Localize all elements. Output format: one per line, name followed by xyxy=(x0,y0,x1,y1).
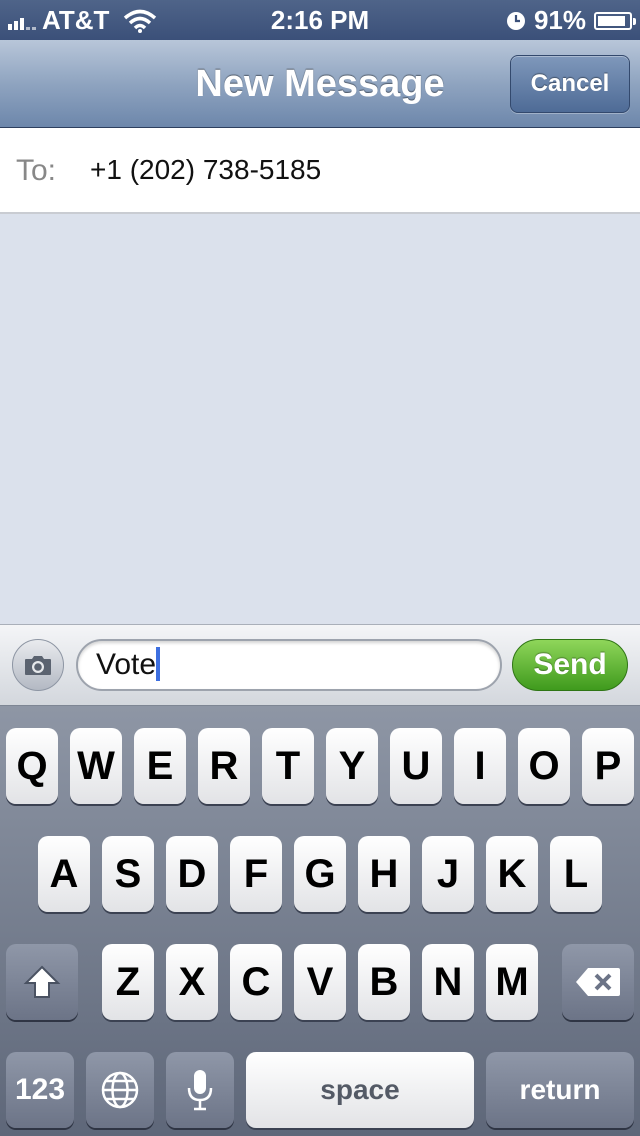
camera-icon xyxy=(25,656,51,675)
key-r[interactable]: R xyxy=(198,728,250,804)
key-a[interactable]: A xyxy=(38,836,90,912)
key-s[interactable]: S xyxy=(102,836,154,912)
camera-button[interactable] xyxy=(12,639,64,691)
shift-key[interactable] xyxy=(6,944,78,1020)
key-d[interactable]: D xyxy=(166,836,218,912)
battery-icon xyxy=(594,11,636,30)
status-right: 91% xyxy=(506,5,636,36)
key-c[interactable]: C xyxy=(230,944,282,1020)
recipient-row[interactable]: To: +1 (202) 738-5185 xyxy=(0,128,640,214)
key-y[interactable]: Y xyxy=(326,728,378,804)
key-t[interactable]: T xyxy=(262,728,314,804)
key-v[interactable]: V xyxy=(294,944,346,1020)
compose-bar: Vote Send xyxy=(0,624,640,706)
message-text: Vote xyxy=(96,648,157,681)
key-b[interactable]: B xyxy=(358,944,410,1020)
return-key[interactable]: return xyxy=(486,1052,634,1128)
globe-key[interactable] xyxy=(86,1052,154,1128)
status-bar: AT&T 2:16 PM 91% xyxy=(0,0,640,40)
key-w[interactable]: W xyxy=(70,728,122,804)
clock-icon xyxy=(506,11,525,30)
send-button[interactable]: Send xyxy=(512,639,628,691)
key-f[interactable]: F xyxy=(230,836,282,912)
key-e[interactable]: E xyxy=(134,728,186,804)
key-z[interactable]: Z xyxy=(102,944,154,1020)
microphone-key[interactable] xyxy=(166,1052,234,1128)
key-k[interactable]: K xyxy=(486,836,538,912)
key-g[interactable]: G xyxy=(294,836,346,912)
cancel-button[interactable]: Cancel xyxy=(510,55,630,113)
key-q[interactable]: Q xyxy=(6,728,58,804)
key-p[interactable]: P xyxy=(582,728,634,804)
globe-icon xyxy=(101,1071,139,1109)
battery-percent: 91% xyxy=(533,5,586,35)
microphone-icon xyxy=(187,1070,213,1111)
navigation-bar: New Message Cancel xyxy=(0,40,640,128)
text-cursor xyxy=(156,647,161,682)
battery-fill xyxy=(598,15,625,26)
key-l[interactable]: L xyxy=(550,836,602,912)
recipient-field[interactable]: +1 (202) 738-5185 xyxy=(90,154,321,186)
key-m[interactable]: M xyxy=(486,944,538,1020)
message-thread-area xyxy=(0,214,640,624)
keyboard: 123 space return QWERTYUIOP ASDFGHJKL ZXCV… xyxy=(0,706,640,1136)
key-x[interactable]: X xyxy=(166,944,218,1020)
delete-icon xyxy=(576,968,620,996)
numbers-key[interactable]: 123 xyxy=(6,1052,74,1128)
key-o[interactable]: O xyxy=(518,728,570,804)
key-n[interactable]: N xyxy=(422,944,474,1020)
message-input[interactable]: Vote xyxy=(76,639,502,691)
to-label: To: xyxy=(16,154,57,187)
shift-icon xyxy=(23,965,61,998)
key-j[interactable]: J xyxy=(422,836,474,912)
key-i[interactable]: I xyxy=(454,728,506,804)
space-key[interactable]: space xyxy=(246,1052,474,1128)
key-u[interactable]: U xyxy=(390,728,442,804)
delete-key[interactable] xyxy=(562,944,634,1020)
key-h[interactable]: H xyxy=(358,836,410,912)
